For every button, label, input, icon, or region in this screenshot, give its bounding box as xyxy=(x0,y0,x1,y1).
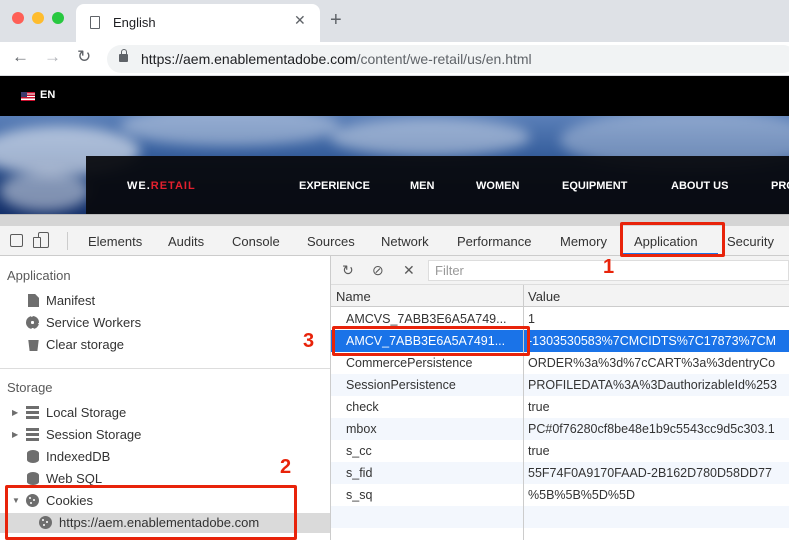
section-header-application: Application xyxy=(7,268,71,283)
tab-memory[interactable]: Memory xyxy=(560,234,607,249)
forward-button[interactable]: → xyxy=(44,47,61,67)
manifest-icon xyxy=(28,294,39,307)
cookie-value: true xyxy=(528,400,550,414)
sidebar-item-service-workers[interactable]: Service Workers xyxy=(46,315,141,330)
browser-toolbar: ← → ↻ https://aem.enablementadobe.com/co… xyxy=(0,42,789,76)
annotation-box-application-tab xyxy=(620,222,725,257)
cookie-name: mbox xyxy=(346,422,377,436)
cookie-value: PC#0f76280cf8be48e1b9c5543cc9d5c303.1 xyxy=(528,422,775,436)
reload-button[interactable]: ↻ xyxy=(77,47,91,67)
url-text: https://aem.enablementadobe.com/content/… xyxy=(141,51,532,67)
column-header-value[interactable]: Value xyxy=(528,289,560,304)
cookie-name: s_cc xyxy=(346,444,372,458)
sidebar-item-session-storage[interactable]: Session Storage xyxy=(46,427,141,442)
site-logo[interactable]: WE.RETAIL xyxy=(127,180,196,192)
table-row[interactable]: check true xyxy=(331,396,789,418)
table-row[interactable]: s_cc true xyxy=(331,440,789,462)
lock-icon xyxy=(119,49,128,62)
sidebar-item-local-storage[interactable]: Local Storage xyxy=(46,405,126,420)
refresh-icon[interactable]: ↻ xyxy=(342,262,354,279)
cookies-panel: ↻ ⊘ ✕ Name Value AMCVS_7ABB3E6A5A749... … xyxy=(331,256,789,540)
new-tab-button[interactable]: + xyxy=(330,9,342,32)
tab-performance[interactable]: Performance xyxy=(457,234,531,249)
sidebar-item-manifest[interactable]: Manifest xyxy=(46,293,95,308)
column-divider[interactable] xyxy=(523,285,524,540)
tab-security[interactable]: Security xyxy=(727,234,774,249)
grid-icon xyxy=(26,406,39,419)
expand-arrow-icon[interactable]: ▶ xyxy=(12,408,18,417)
cookie-value: true xyxy=(528,444,550,458)
browser-tab[interactable]: English ✕ xyxy=(76,4,320,42)
cookie-name: CommercePersistence xyxy=(346,356,473,370)
gear-icon xyxy=(26,316,39,329)
database-icon xyxy=(27,472,39,485)
cookie-value: ORDER%3a%3d%7cCART%3a%3dentryCo xyxy=(528,356,776,370)
delete-selected-icon[interactable]: ✕ xyxy=(403,262,415,279)
tab-network[interactable]: Network xyxy=(381,234,429,249)
database-icon xyxy=(27,450,39,463)
tab-sources[interactable]: Sources xyxy=(307,234,355,249)
sidebar-item-indexeddb[interactable]: IndexedDB xyxy=(46,449,110,464)
cookie-value: %5B%5B%5D%5D xyxy=(528,488,635,502)
table-row[interactable]: s_fid 55F74F0A9170FAAD-2B162D780D58DD77 xyxy=(331,462,789,484)
site-navigation: WE.RETAIL EXPERIENCE MEN WOMEN EQUIPMENT… xyxy=(86,156,789,214)
expand-arrow-icon[interactable]: ▶ xyxy=(12,430,18,439)
address-bar[interactable]: https://aem.enablementadobe.com/content/… xyxy=(107,45,789,73)
cookies-toolbar: ↻ ⊘ ✕ xyxy=(331,256,789,285)
sidebar-item-clear-storage[interactable]: Clear storage xyxy=(46,337,124,352)
tab-console[interactable]: Console xyxy=(232,234,280,249)
close-tab-icon[interactable]: ✕ xyxy=(294,12,306,29)
tab-elements[interactable]: Elements xyxy=(88,234,142,249)
cookie-value: 1 xyxy=(528,312,535,326)
back-button[interactable]: ← xyxy=(12,47,29,67)
device-toolbar-icon[interactable] xyxy=(33,232,49,248)
maximize-window-button[interactable] xyxy=(52,12,64,24)
cookie-name: AMCVS_7ABB3E6A5A749... xyxy=(346,312,507,326)
table-row[interactable]: SessionPersistence PROFILEDATA%3A%3Dauth… xyxy=(331,374,789,396)
inspect-element-icon[interactable] xyxy=(10,234,23,247)
cookie-name: SessionPersistence xyxy=(346,378,456,392)
table-row-empty xyxy=(331,506,789,528)
table-row[interactable]: mbox PC#0f76280cf8be48e1b9c5543cc9d5c303… xyxy=(331,418,789,440)
cookie-name: s_sq xyxy=(346,488,373,502)
sidebar-divider xyxy=(0,368,330,369)
cookie-name: s_fid xyxy=(346,466,373,480)
close-window-button[interactable] xyxy=(12,12,24,24)
annotation-box-cookies xyxy=(5,485,297,540)
tab-audits[interactable]: Audits xyxy=(168,234,204,249)
trash-icon xyxy=(28,339,39,351)
nav-equipment[interactable]: EQUIPMENT xyxy=(562,180,627,192)
table-header: Name Value xyxy=(331,285,789,307)
annotation-number-3: 3 xyxy=(303,330,315,352)
us-flag-icon xyxy=(21,92,35,101)
page-icon xyxy=(90,16,100,29)
grid-icon xyxy=(26,428,39,441)
toolbar-divider xyxy=(67,232,68,250)
cookie-value: 55F74F0A9170FAAD-2B162D780D58DD77 xyxy=(528,466,772,480)
annotation-number-2: 2 xyxy=(280,456,292,478)
nav-experience[interactable]: EXPERIENCE xyxy=(299,180,370,192)
section-header-storage: Storage xyxy=(7,380,53,395)
annotation-number-1: 1 xyxy=(603,256,615,278)
site-topbar: EN xyxy=(0,76,789,116)
column-header-name[interactable]: Name xyxy=(336,289,371,304)
sidebar-item-web-sql[interactable]: Web SQL xyxy=(46,471,102,486)
minimize-window-button[interactable] xyxy=(32,12,44,24)
cookie-value: -1303530583%7CMCIDTS%7C17873%7CM xyxy=(528,334,777,348)
language-selector[interactable]: EN xyxy=(40,89,55,101)
cookie-value: PROFILEDATA%3A%3DauthorizableId%253 xyxy=(528,378,777,392)
nav-women[interactable]: WOMEN xyxy=(476,180,519,192)
cookie-name: check xyxy=(346,400,379,414)
annotation-box-amcv-row xyxy=(332,326,530,356)
tab-title: English xyxy=(113,15,156,30)
clear-all-icon[interactable]: ⊘ xyxy=(372,262,384,279)
nav-pro[interactable]: PRO xyxy=(771,180,789,192)
nav-about-us[interactable]: ABOUT US xyxy=(671,180,728,192)
nav-men[interactable]: MEN xyxy=(410,180,434,192)
browser-tabstrip: English ✕ + xyxy=(0,0,789,42)
table-row[interactable]: s_sq %5B%5B%5D%5D xyxy=(331,484,789,506)
